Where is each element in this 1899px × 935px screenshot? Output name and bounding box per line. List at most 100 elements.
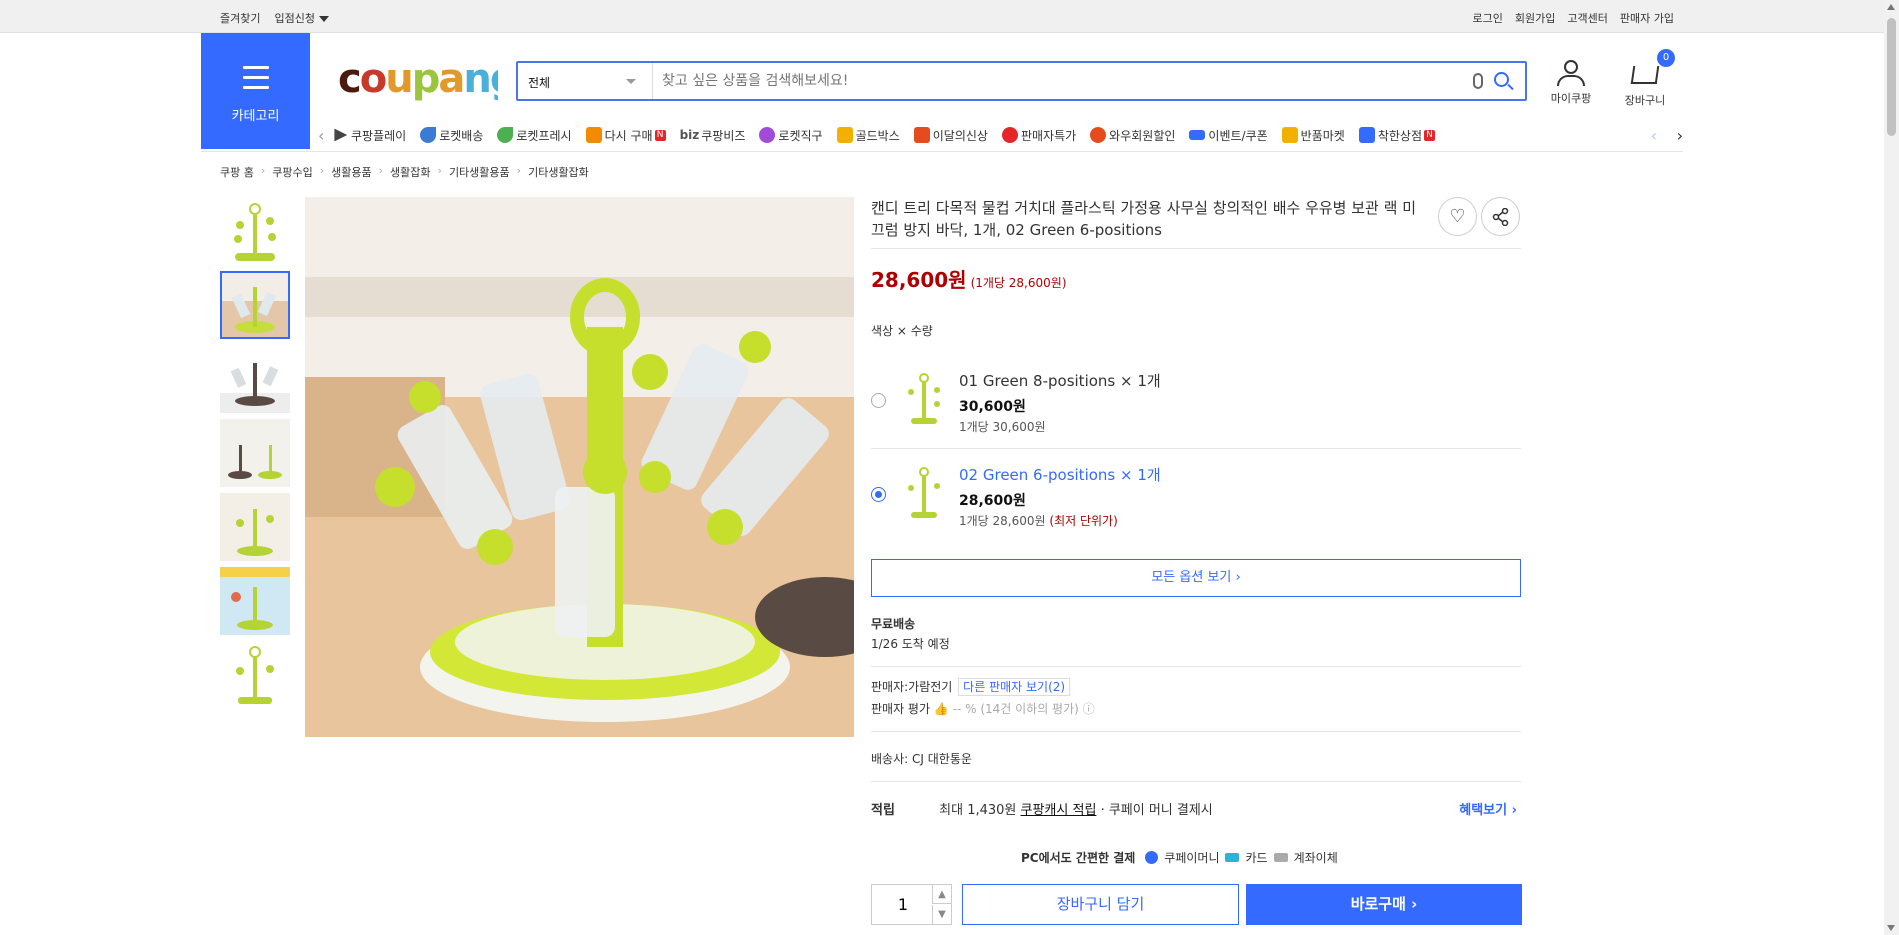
bank-transfer-icon <box>1273 853 1288 862</box>
seller-name[interactable]: 가람전기 <box>908 680 952 694</box>
nav-item-label: 골드박스 <box>855 128 900 143</box>
coupang-cash-link[interactable]: 쿠팡캐시 적립 <box>1021 803 1097 818</box>
favorite-link[interactable]: 즐겨찾기 <box>220 10 260 26</box>
product-thumbnail[interactable] <box>220 419 290 487</box>
product-thumbnail[interactable] <box>220 567 290 635</box>
quantity-input[interactable] <box>873 886 933 923</box>
breadcrumb-item[interactable]: 쿠팡 홈 <box>220 164 254 180</box>
nav-item-event[interactable]: 이벤트/쿠폰 <box>1189 127 1268 144</box>
breadcrumb: 쿠팡 홈 › 쿠팡수입 › 생활용품 › 생활잡화 › 기타생활용품 › 기타생활잡화 <box>220 164 589 180</box>
option-price: 28,600원 <box>959 493 1026 509</box>
nav-item-label: 반품마켓 <box>1300 128 1345 143</box>
cart-button[interactable]: 0 장바구니 <box>1615 49 1675 108</box>
scroll-down-icon[interactable] <box>1887 925 1895 931</box>
option-thumbnail <box>899 370 949 428</box>
product-thumbnail-selected[interactable] <box>220 271 290 339</box>
option-thumbnail <box>899 464 949 522</box>
product-thumbnail[interactable] <box>220 197 290 265</box>
nav-item-biz[interactable]: biz 쿠팡비즈 <box>680 127 746 144</box>
page-scrollbar[interactable] <box>1884 0 1899 935</box>
coupang-logo-mark: coupang <box>338 56 518 102</box>
breadcrumb-item[interactable]: 쿠팡수입 <box>272 164 312 180</box>
search-category-value: 전체 <box>528 76 551 90</box>
option-price: 30,600원 <box>959 399 1026 415</box>
cart-icon <box>1630 66 1660 84</box>
option-radio-checked[interactable] <box>871 487 886 502</box>
nav-item-goodstore[interactable]: 착한상점 N <box>1358 127 1436 144</box>
mycoupang-label: 마이쿠팡 <box>1550 92 1592 105</box>
mycoupang-button[interactable]: 마이쿠팡 <box>1545 58 1597 106</box>
scroll-up-icon[interactable] <box>1887 4 1895 10</box>
top-utility-bar: 즐겨찾기 입점신청 로그인 회원가입 고객센터 판매자 가입 <box>0 0 1884 33</box>
option-radio[interactable] <box>871 393 886 408</box>
cart-count-badge: 0 <box>1657 49 1675 67</box>
nav-next-icon[interactable]: › <box>1677 126 1683 145</box>
nav-item-coupangplay[interactable]: 쿠팡플레이 <box>332 127 406 144</box>
microphone-icon[interactable] <box>1473 73 1483 89</box>
customer-center-link[interactable]: 고객센터 <box>1567 10 1607 26</box>
main-product-image[interactable] <box>305 197 854 737</box>
product-thumbnail[interactable] <box>220 345 290 413</box>
search-bar: 전체 <box>516 61 1527 101</box>
reward-info: 적립 최대 1,430원 쿠팡캐시 적립 · 쿠페이 머니 결제시 혜택보기 › <box>871 799 1521 818</box>
section-divider <box>871 731 1521 732</box>
nav-item-rocket[interactable]: 로켓배송 <box>420 127 483 144</box>
thumbs-up-icon: 👍 <box>933 702 949 716</box>
option-unit-price: 1개당 28,600원 (최저 단위가) <box>959 512 1118 529</box>
search-icon[interactable] <box>1494 72 1509 87</box>
scrollbar-thumb[interactable] <box>1887 18 1896 136</box>
category-menu-button[interactable]: 카테고리 <box>201 33 310 149</box>
option-item-selected[interactable]: 02 Green 6-positions × 1개 28,600원 1개당 28… <box>871 460 1521 540</box>
signup-link[interactable]: 회원가입 <box>1515 10 1555 26</box>
nav-item-returnmarket[interactable]: 반품마켓 <box>1281 127 1345 144</box>
nav-item-label: 판매자특가 <box>1020 128 1077 143</box>
breadcrumb-item[interactable]: 생활용품 <box>331 164 371 180</box>
product-thumbnail[interactable] <box>220 493 290 561</box>
login-link[interactable]: 로그인 <box>1473 10 1503 26</box>
search-input[interactable] <box>662 71 1422 91</box>
option-name: 02 Green 6-positions × 1개 <box>959 466 1161 484</box>
seller-signup-link[interactable]: 판매자 가입 <box>1620 10 1674 26</box>
nav-item-label: 착한상점 <box>1377 128 1423 143</box>
nav-item-rebuy[interactable]: 다시 구매 N <box>585 127 666 144</box>
breadcrumb-item[interactable]: 기타생활용품 <box>449 164 510 180</box>
hamburger-icon <box>243 66 269 96</box>
breadcrumb-item[interactable]: 기타생활잡화 <box>528 164 589 180</box>
share-icon[interactable] <box>1481 197 1520 236</box>
nav-item-goldbox[interactable]: 골드박스 <box>836 127 900 144</box>
info-icon[interactable]: ⓘ <box>1083 702 1095 716</box>
cart-label: 장바구니 <box>1624 94 1666 107</box>
breadcrumb-item[interactable]: 생활잡화 <box>390 164 430 180</box>
lowest-unit-price-tag: (최저 단위가) <box>1049 514 1118 528</box>
quantity-up-icon[interactable]: ▲ <box>932 885 951 904</box>
category-nav: ‹ 쿠팡플레이 로켓배송 로켓프레시 다시 구매 N biz 쿠팡비즈 로켓직구 골… <box>318 122 1683 148</box>
nav-prev-fade-icon[interactable]: ‹ <box>1651 126 1657 145</box>
product-thumbnail[interactable] <box>220 641 290 709</box>
nav-prev-icon[interactable]: ‹ <box>318 126 332 145</box>
quantity-down-icon[interactable]: ▼ <box>932 905 951 924</box>
nav-item-newthismonth[interactable]: 이달의신상 <box>913 127 988 144</box>
nav-item-label: 와우회원할인 <box>1109 128 1176 143</box>
search-category-select[interactable]: 전체 <box>518 63 653 99</box>
all-options-button[interactable]: 모든 옵션 보기 › <box>871 559 1521 597</box>
add-to-cart-button[interactable]: 장바구니 담기 <box>962 884 1239 925</box>
buy-now-button[interactable]: 바로구매 › <box>1246 884 1522 925</box>
benefit-link[interactable]: 혜택보기 › <box>1459 799 1517 818</box>
reward-amount: 최대 1,430원 <box>939 803 1017 818</box>
option-item[interactable]: 01 Green 8-positions × 1개 30,600원 1개당 30… <box>871 366 1521 446</box>
user-icon <box>1564 60 1578 74</box>
section-divider <box>871 248 1521 249</box>
good-store-icon <box>1358 127 1375 143</box>
nav-item-global[interactable]: 로켓직구 <box>759 127 823 144</box>
nav-item-wow[interactable]: 와우회원할인 <box>1090 127 1175 144</box>
other-sellers-button[interactable]: 다른 판매자 보기(2) <box>958 678 1071 696</box>
option-label: 색상 × 수량 <box>871 324 933 338</box>
section-divider <box>871 448 1521 449</box>
nav-item-rocketfresh[interactable]: 로켓프레시 <box>497 127 572 144</box>
nav-item-sellerdeal[interactable]: 판매자특가 <box>1001 127 1077 144</box>
entry-link[interactable]: 입점신청 <box>274 10 329 26</box>
section-divider <box>871 781 1521 782</box>
heart-icon[interactable]: ♡ <box>1438 197 1477 236</box>
card-icon <box>1225 853 1240 862</box>
coupang-logo[interactable]: coupang <box>338 54 518 114</box>
